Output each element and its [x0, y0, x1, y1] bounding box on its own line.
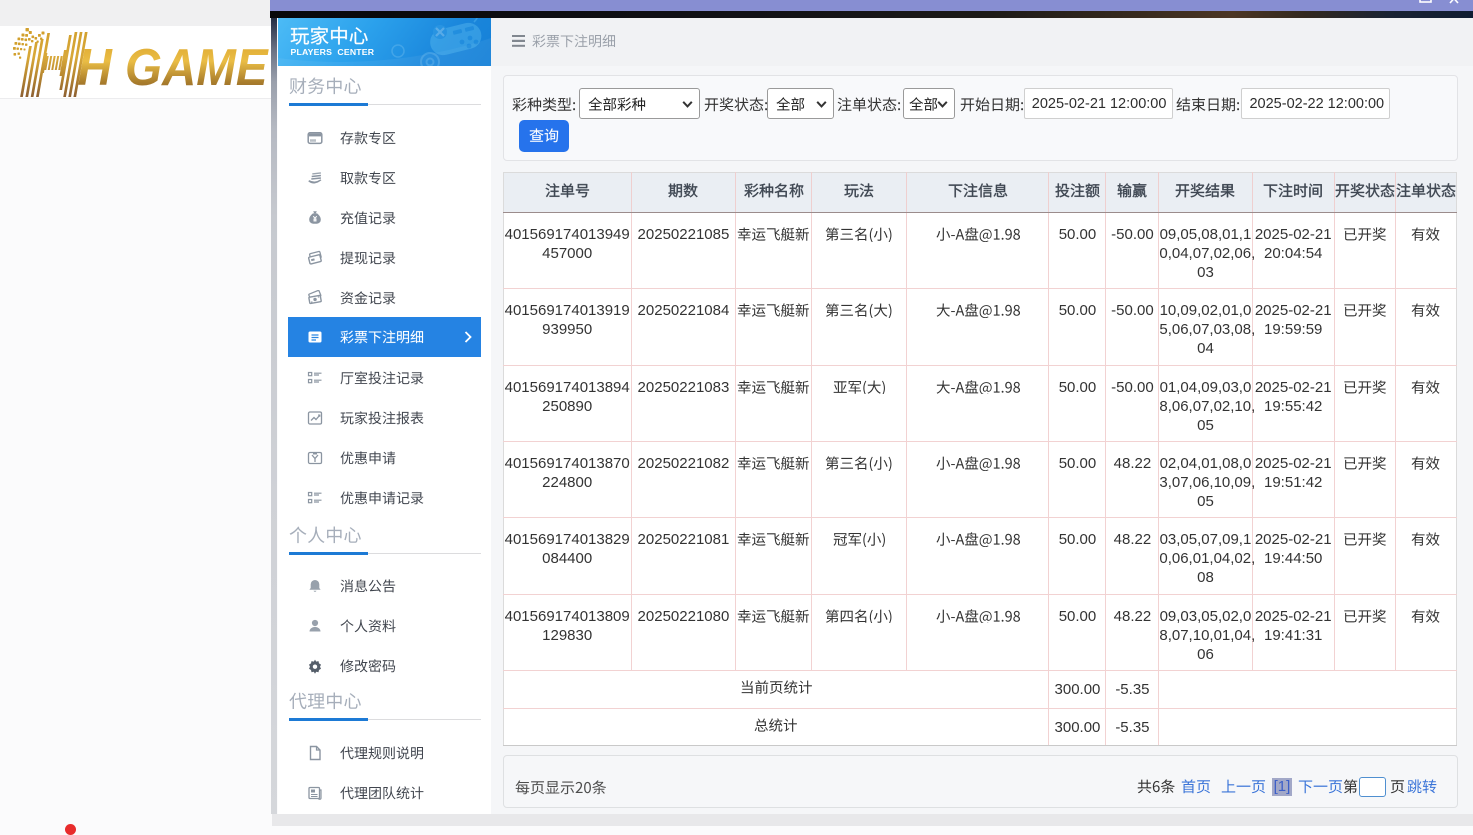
- svg-text:H GAME: H GAME: [78, 39, 269, 97]
